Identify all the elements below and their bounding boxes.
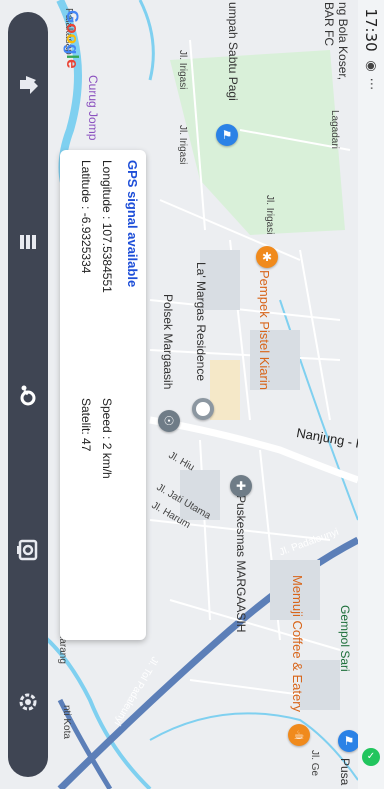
map-label: Pusa: [338, 758, 352, 786]
map-label: Jl. Irigasi: [177, 125, 188, 165]
location-icon: ◉: [363, 60, 379, 72]
map-label: Gempol Sari: [338, 605, 352, 672]
satellite-count: Satelit: 47: [79, 398, 93, 452]
place-pin-icon[interactable]: ⚑: [216, 124, 238, 146]
side-toolbar: [8, 12, 48, 777]
map-label: umpah Sabtu Pagi: [226, 2, 240, 101]
menu-bars-icon: [20, 235, 36, 249]
map-label: Jl. Irigasi: [177, 50, 188, 90]
map-label: Memuji Coffee & Eatery: [290, 575, 305, 713]
status-bar: 17:30 ◉ ⋯ ✓: [358, 0, 384, 789]
place-pin-icon[interactable]: ⚑: [338, 730, 360, 752]
map-label: Lagadari: [329, 110, 340, 149]
map-label: nti Kota: [61, 705, 72, 739]
current-location-icon: [192, 398, 214, 420]
map-label: Polsek Margaasih: [161, 294, 175, 390]
cafe-pin-icon[interactable]: ☕: [288, 724, 310, 746]
status-time: 17:30: [362, 8, 380, 52]
gear-icon: [19, 693, 37, 711]
restaurant-pin-icon[interactable]: ✱: [256, 246, 278, 268]
menu-button[interactable]: [12, 226, 44, 258]
map-view[interactable]: ng Bola Koser, BAR FC umpah Sabtu Pagi P…: [0, 0, 384, 789]
direction-button[interactable]: [12, 70, 44, 102]
map-label: Curug Jomp: [86, 75, 100, 141]
camera-button[interactable]: [12, 534, 44, 566]
hospital-pin-icon[interactable]: ✚: [230, 475, 252, 497]
google-logo: Google: [63, 10, 82, 69]
map-label: ng Bola Koser,: [336, 2, 350, 81]
speed-value: Speed : 2 km/h: [100, 398, 114, 479]
gps-info-card: GPS signal available Longitude : 107.538…: [60, 150, 146, 640]
latitude-value: Latitude : -6.9325334: [79, 160, 93, 274]
map-label: BAR FC: [322, 2, 336, 47]
more-icon: ⋯: [363, 77, 379, 91]
police-pin-icon[interactable]: ☉: [158, 410, 180, 432]
accessibility-icon: [20, 385, 36, 406]
camera-icon: [17, 539, 38, 561]
longitude-value: Longitude : 107.5384551: [100, 160, 114, 293]
settings-button[interactable]: [12, 686, 44, 718]
map-label: Puskesmas MARGAASIH: [234, 495, 248, 633]
map-label: Pempek Pistel Kiarin: [257, 270, 272, 390]
accessibility-button[interactable]: [12, 379, 44, 411]
shield-check-icon: ✓: [362, 748, 380, 766]
map-label: Jl. Irigasi: [264, 195, 275, 235]
turn-arrow-icon: [20, 76, 38, 94]
map-label: Jl. Ge: [309, 750, 320, 777]
gps-status-title: GPS signal available: [125, 160, 140, 288]
map-label: La' Margas Residence: [194, 262, 208, 382]
